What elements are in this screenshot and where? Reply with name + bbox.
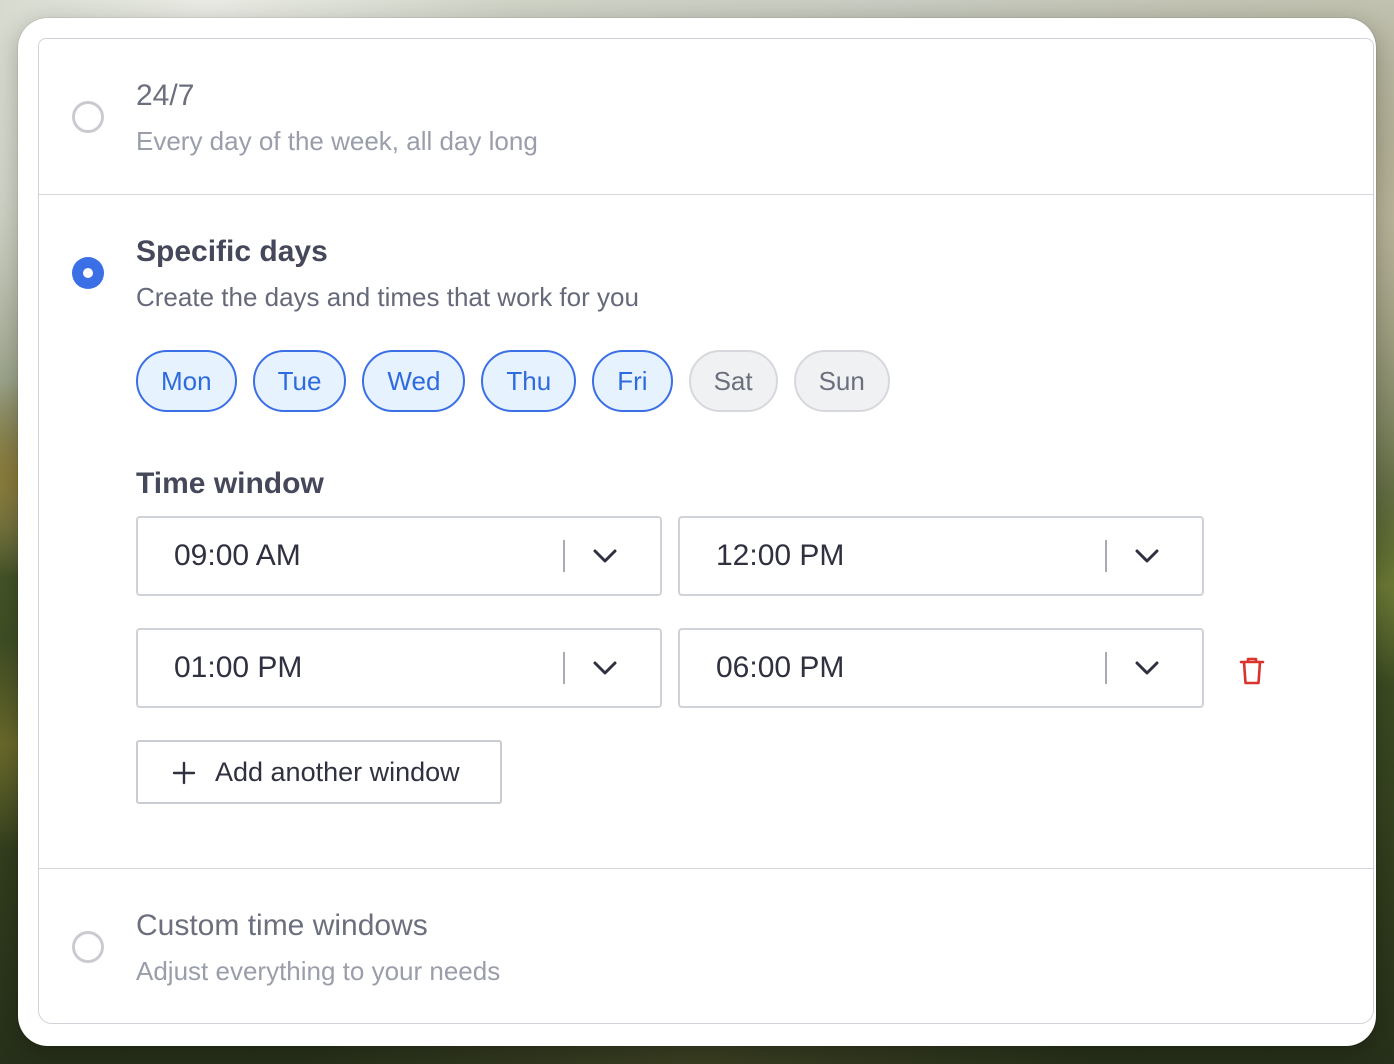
radio-specific-days[interactable] [72, 257, 104, 289]
chevron-down-icon [593, 661, 617, 675]
option-custom-description: Adjust everything to your needs [136, 956, 501, 986]
option-24-7-description: Every day of the week, all day long [136, 126, 538, 156]
day-toggle-sat[interactable]: Sat [688, 350, 778, 412]
option-24-7-title: 24/7 [136, 79, 195, 112]
add-another-window-button[interactable]: Add another window [136, 740, 502, 804]
window-2-end-value: 06:00 PM [716, 651, 845, 684]
select-separator [1105, 540, 1107, 572]
window-1-start-value: 09:00 AM [174, 539, 301, 572]
schedule-window: 24/7 Every day of the week, all day long… [18, 18, 1376, 1046]
radio-24-7[interactable] [72, 101, 104, 133]
window-2-start-value: 01:00 PM [174, 651, 303, 684]
day-toggle-sun[interactable]: Sun [793, 350, 890, 412]
window-1-start-select[interactable]: 09:00 AM [136, 516, 662, 596]
option-24-7[interactable]: 24/7 Every day of the week, all day long [39, 39, 1373, 194]
window-1-end-value: 12:00 PM [716, 539, 845, 572]
window-2-start-select[interactable]: 01:00 PM [136, 628, 662, 708]
day-toggle-mon[interactable]: Mon [136, 350, 237, 412]
option-custom-time-windows[interactable]: Custom time windows Adjust everything to… [39, 869, 1373, 1023]
chevron-down-icon [1135, 661, 1159, 675]
day-selector: Mon Tue Wed Thu Fri Sat Sun [136, 350, 890, 412]
window-1-end-select[interactable]: 12:00 PM [678, 516, 1204, 596]
option-specific-days-description: Create the days and times that work for … [136, 282, 639, 312]
time-window-label: Time window [136, 467, 324, 500]
add-another-window-label: Add another window [215, 757, 460, 787]
day-toggle-fri[interactable]: Fri [592, 350, 673, 412]
option-specific-days-title: Specific days [136, 235, 328, 268]
window-2-end-select[interactable]: 06:00 PM [678, 628, 1204, 708]
select-separator [563, 652, 565, 684]
day-toggle-thu[interactable]: Thu [481, 350, 577, 412]
day-toggle-tue[interactable]: Tue [252, 350, 347, 412]
trash-icon[interactable] [1238, 656, 1266, 686]
select-separator [563, 540, 565, 572]
radio-custom-time-windows[interactable] [72, 931, 104, 963]
chevron-down-icon [593, 549, 617, 563]
option-custom-title: Custom time windows [136, 909, 428, 942]
day-toggle-wed[interactable]: Wed [362, 350, 466, 412]
chevron-down-icon [1135, 549, 1159, 563]
select-separator [1105, 652, 1107, 684]
schedule-options-panel: 24/7 Every day of the week, all day long… [38, 38, 1374, 1024]
plus-icon [172, 761, 196, 785]
